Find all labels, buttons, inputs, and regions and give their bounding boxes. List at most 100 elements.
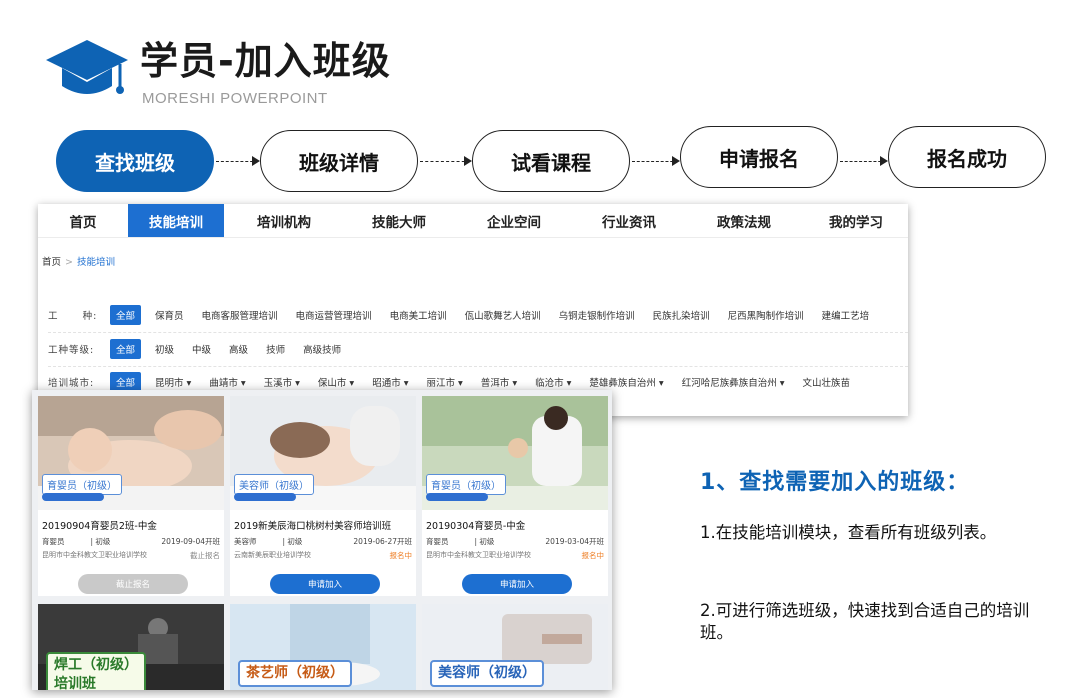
breadcrumb-current: 技能培训 xyxy=(76,257,115,268)
filter-option[interactable]: 高级技师 xyxy=(303,342,341,356)
city-dropdown[interactable]: 丽江市 ▾ xyxy=(427,375,463,389)
city-dropdown[interactable]: 普洱市 ▾ xyxy=(481,375,517,389)
step-class-details: 班级详情 xyxy=(260,130,418,192)
class-meta: 育婴员 | 初级 2019-09-04开班 xyxy=(42,536,220,547)
flow-arrow xyxy=(420,156,472,166)
city-dropdown[interactable]: 文山壮族苗 xyxy=(802,375,850,389)
class-card[interactable]: 焊工（初级） 培训班 xyxy=(38,604,224,690)
breadcrumb-sep: > xyxy=(65,257,73,268)
closed-button: 截止报名 xyxy=(78,574,188,594)
class-name: 20190904育婴员2班-中金 xyxy=(42,521,157,532)
flow-arrow xyxy=(632,156,680,166)
step-find-class: 查找班级 xyxy=(56,130,214,192)
instruction-2: 2.可进行筛选班级，快速找到合适自己的培训班。 xyxy=(700,601,1030,642)
tag-subline xyxy=(234,493,296,501)
apply-join-button[interactable]: 申请加入 xyxy=(462,574,572,594)
tag-subline xyxy=(42,493,104,501)
class-date: 2019-09-04开班 xyxy=(161,537,220,546)
breadcrumb-home[interactable]: 首页 xyxy=(42,257,61,268)
city-dropdown[interactable]: 楚雄彝族自治州 ▾ xyxy=(589,375,663,389)
filter-option[interactable]: 中级 xyxy=(192,342,211,356)
filter-row-level: 工种等级: 全部 初级 中级 高级 技师 高级技师 xyxy=(48,338,359,360)
class-tag: 美容师（初级） xyxy=(430,660,544,687)
class-date: 2019-06-27开班 xyxy=(353,537,412,546)
step-success: 报名成功 xyxy=(888,126,1046,188)
status-badge: 报名中 xyxy=(581,551,605,560)
class-tag-line: 焊工（初级） xyxy=(54,657,138,673)
city-dropdown[interactable]: 昆明市 ▾ xyxy=(155,375,191,389)
filter-chip-all[interactable]: 全部 xyxy=(110,339,142,359)
slide-title: 学员-加入班级 xyxy=(140,39,391,83)
city-dropdown[interactable]: 保山市 ▾ xyxy=(318,375,354,389)
class-level: | 初级 xyxy=(474,537,495,546)
filter-label-trade: 工 种: xyxy=(48,311,98,322)
class-type: 美容师 xyxy=(234,537,257,546)
section-heading: 1、查找需要加入的班级： xyxy=(700,470,970,495)
nav-home[interactable]: 首页 xyxy=(38,204,128,237)
class-org: 昆明市中金科教文卫职业培训学校 xyxy=(426,551,531,559)
filter-option[interactable]: 初级 xyxy=(155,342,174,356)
filter-option[interactable]: 保育员 xyxy=(155,308,184,322)
class-type: 育婴员 xyxy=(426,537,449,546)
graduation-cap-icon xyxy=(44,36,130,106)
class-org: 昆明市中金科教文卫职业培训学校 xyxy=(42,551,147,559)
class-name: 2019新美辰海口桃树村美容师培训班 xyxy=(234,521,392,532)
filter-chip-all[interactable]: 全部 xyxy=(110,372,142,392)
filter-option[interactable]: 建编工艺培 xyxy=(822,308,870,322)
instruction-1: 1.在技能培训模块，查看所有班级列表。 xyxy=(700,523,997,542)
step-apply: 申请报名 xyxy=(680,126,838,188)
class-name: 20190304育婴员-中金 xyxy=(426,521,526,532)
filter-option[interactable]: 电商运营管理培训 xyxy=(296,308,372,322)
apply-join-button[interactable]: 申请加入 xyxy=(270,574,380,594)
class-tag: 焊工（初级） 培训班 xyxy=(46,652,146,690)
step-preview-course: 试看课程 xyxy=(472,130,630,192)
filter-option[interactable]: 尼西黑陶制作培训 xyxy=(728,308,804,322)
filter-option[interactable]: 技师 xyxy=(266,342,285,356)
site-nav: 首页 技能培训 培训机构 技能大师 企业空间 行业资讯 政策法规 我的学习 xyxy=(38,204,908,238)
nav-news[interactable]: 行业资讯 xyxy=(574,204,684,237)
flow-arrow xyxy=(216,156,260,166)
flow-arrow xyxy=(840,156,888,166)
city-dropdown[interactable]: 临沧市 ▾ xyxy=(535,375,571,389)
city-dropdown[interactable]: 昭通市 ▾ xyxy=(372,375,408,389)
filter-option[interactable]: 佤山歌舞艺人培训 xyxy=(465,308,541,322)
city-dropdown[interactable]: 红河哈尼族彝族自治州 ▾ xyxy=(682,375,785,389)
filter-option[interactable]: 电商美工培训 xyxy=(390,308,447,322)
nav-policy[interactable]: 政策法规 xyxy=(684,204,804,237)
class-card[interactable]: 茶艺师（初级） xyxy=(230,604,416,690)
slide-subtitle: MORESHI POWERPOINT xyxy=(142,90,328,107)
nav-skill-training[interactable]: 技能培训 xyxy=(128,204,224,237)
filter-chip-all[interactable]: 全部 xyxy=(110,305,142,325)
class-org: 云南新美辰职业培训学校 xyxy=(234,551,311,559)
class-meta: 美容师 | 初级 2019-06-27开班 xyxy=(234,536,412,547)
filter-option[interactable]: 乌铜走银制作培训 xyxy=(559,308,635,322)
tag-subline xyxy=(426,493,488,501)
nav-my-learning[interactable]: 我的学习 xyxy=(804,204,908,237)
class-card[interactable]: 美容师（初级） 2019新美辰海口桃树村美容师培训班 美容师 | 初级 2019… xyxy=(230,396,416,596)
class-date: 2019-03-04开班 xyxy=(545,537,604,546)
class-tag: 育婴员（初级） xyxy=(426,474,506,495)
site-filter-screenshot: 首页 技能培训 培训机构 技能大师 企业空间 行业资讯 政策法规 我的学习 首页… xyxy=(38,204,908,416)
class-tag: 育婴员（初级） xyxy=(42,474,122,495)
class-level: | 初级 xyxy=(282,537,303,546)
class-type: 育婴员 xyxy=(42,537,65,546)
class-card[interactable]: 育婴员（初级） 20190904育婴员2班-中金 育婴员 | 初级 2019-0… xyxy=(38,396,224,596)
class-level: | 初级 xyxy=(90,537,111,546)
filter-option[interactable]: 高级 xyxy=(229,342,248,356)
city-dropdown[interactable]: 曲靖市 ▾ xyxy=(209,375,245,389)
filter-label-city: 培训城市: xyxy=(48,378,95,389)
class-card[interactable]: 美容师（初级） xyxy=(422,604,608,690)
divider xyxy=(48,366,908,367)
filter-option[interactable]: 民族扎染培训 xyxy=(653,308,710,322)
filter-option[interactable]: 电商客服管理培训 xyxy=(202,308,278,322)
class-card[interactable]: 育婴员（初级） 20190304育婴员-中金 育婴员 | 初级 2019-03-… xyxy=(422,396,608,596)
class-tag-line: 培训班 xyxy=(54,676,96,690)
filter-row-trade: 工 种: 全部 保育员 电商客服管理培训 电商运营管理培训 电商美工培训 佤山歌… xyxy=(48,304,887,326)
city-dropdown[interactable]: 玉溪市 ▾ xyxy=(264,375,300,389)
nav-institutions[interactable]: 培训机构 xyxy=(224,204,344,237)
class-meta: 育婴员 | 初级 2019-03-04开班 xyxy=(426,536,604,547)
nav-masters[interactable]: 技能大师 xyxy=(344,204,454,237)
class-list-screenshot: 育婴员（初级） 20190904育婴员2班-中金 育婴员 | 初级 2019-0… xyxy=(32,390,612,690)
status-badge: 截止报名 xyxy=(190,551,220,560)
nav-enterprise[interactable]: 企业空间 xyxy=(454,204,574,237)
